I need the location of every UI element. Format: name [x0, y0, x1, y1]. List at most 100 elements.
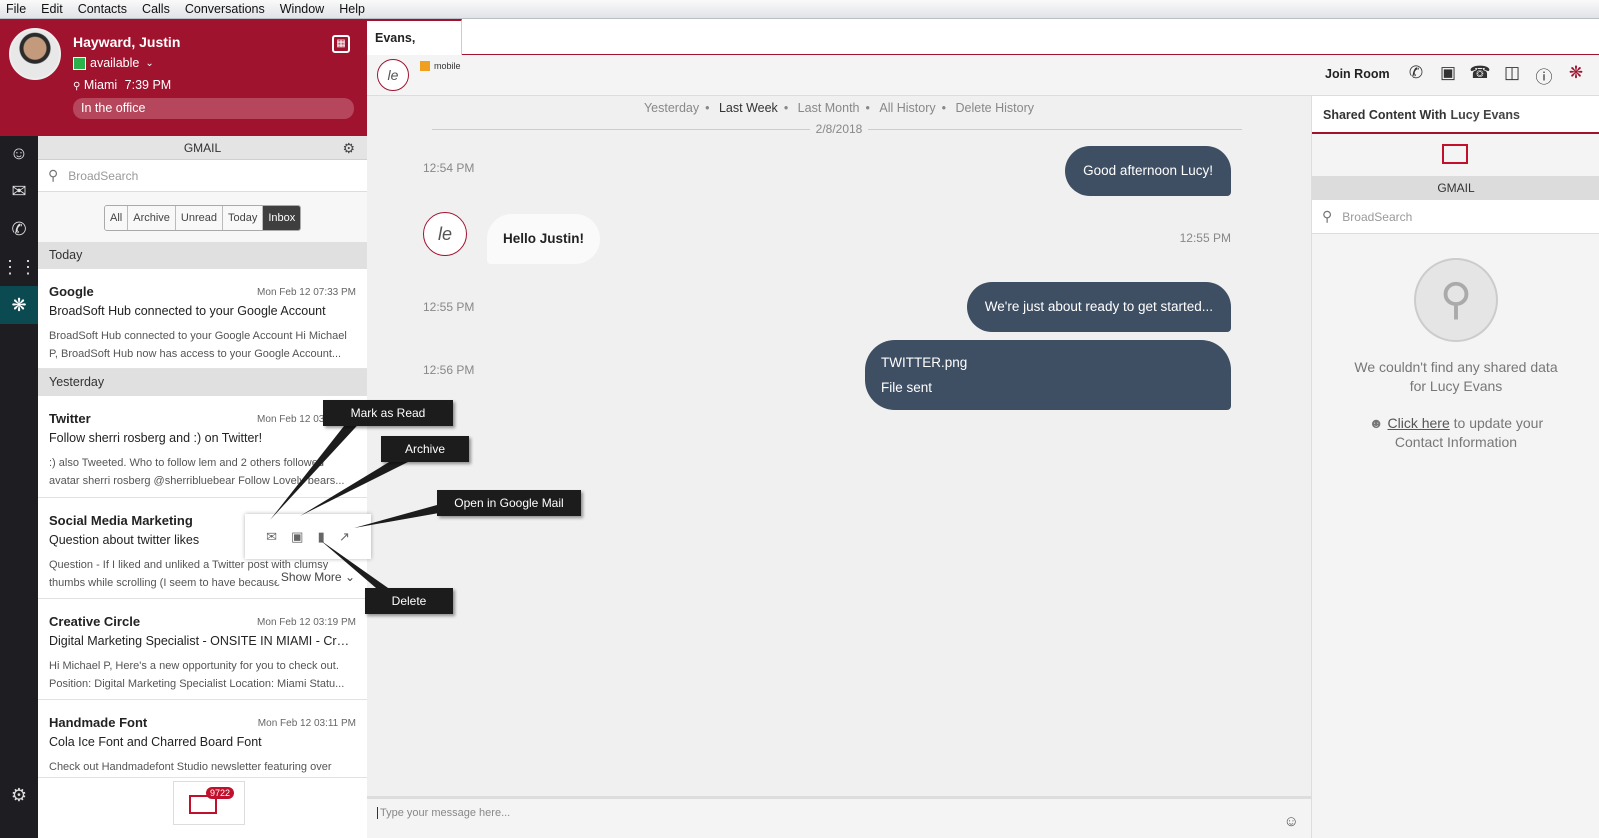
profile-name: Hayward, Justin — [73, 34, 181, 50]
desk-phone-icon[interactable]: ☎ — [1464, 63, 1496, 88]
presence-indicator — [73, 56, 86, 70]
message-placeholder: Type your message here... — [377, 807, 510, 819]
message-time: 12:55 PM — [423, 300, 475, 314]
shared-title: Shared Content With — [1323, 108, 1447, 122]
external-link-icon[interactable]: ↗ — [339, 529, 350, 545]
email-subject: Follow sherri rosberg and :) on Twitter! — [49, 431, 263, 445]
tooltip-mark-as-read: Mark as Read — [323, 400, 453, 426]
incoming-message: Hello Justin! — [487, 214, 601, 264]
history-all[interactable]: All History — [879, 101, 935, 115]
menu-edit[interactable]: Edit — [41, 2, 63, 16]
emoji-icon[interactable]: ☺ — [1284, 813, 1299, 830]
email-item[interactable]: Google Mon Feb 12 07:33 PM BroadSoft Hub… — [38, 269, 367, 369]
email-subject: Digital Marketing Specialist - ONSITE IN… — [49, 634, 356, 648]
email-item[interactable]: Creative Circle Mon Feb 12 03:19 PM Digi… — [38, 599, 367, 700]
location-pin-icon: ⚲ — [73, 81, 81, 92]
status-note-field[interactable]: In the office — [73, 98, 354, 119]
update-line-1: to update your — [1453, 415, 1544, 431]
contacts-icon[interactable]: ☺ — [0, 134, 38, 172]
email-date: Mon Feb 12 03:19 PM — [257, 617, 356, 628]
email-item[interactable]: Handmade Font Mon Feb 12 03:11 PM Cola I… — [38, 700, 367, 778]
history-last-week[interactable]: Last Week — [719, 101, 778, 115]
date-text: 2/8/2018 — [809, 122, 869, 136]
section-yesterday: Yesterday — [38, 369, 367, 396]
email-preview: :) also Tweeted. Who to follow lem and 2… — [49, 457, 345, 487]
email-date: Mon Feb 12 07:33 PM — [257, 287, 356, 298]
gmail-launcher-button[interactable]: 9722 — [173, 781, 245, 825]
join-room-button[interactable]: Join Room — [1325, 67, 1390, 81]
contact-device: mobile — [420, 61, 461, 71]
update-line-2: Contact Information — [1394, 434, 1518, 450]
dialpad-icon[interactable]: ⋮⋮ — [0, 248, 38, 286]
presence-label: available — [90, 56, 140, 70]
screen-share-icon[interactable]: ◫ — [1496, 63, 1528, 88]
trash-icon[interactable]: ▮ — [318, 529, 325, 545]
outgoing-message: Good afternoon Lucy! — [1065, 146, 1231, 196]
file-message[interactable]: TWITTER.png File sent — [865, 340, 1231, 410]
filter-today[interactable]: Today — [223, 206, 264, 230]
local-time: 7:39 PM — [124, 78, 172, 92]
filter-unread[interactable]: Unread — [175, 206, 223, 230]
phone-icon[interactable]: ✆ — [1400, 63, 1432, 88]
gear-icon[interactable]: ⚙ — [342, 136, 355, 160]
hub-icon[interactable]: ❋ — [1560, 63, 1592, 88]
presence-status[interactable]: available ⌄ — [73, 56, 154, 70]
empty-state-message: We couldn't find any shared data for Luc… — [1312, 358, 1599, 396]
search-placeholder: BroadSearch — [68, 168, 139, 183]
hub-icon[interactable]: ❋ — [0, 286, 38, 324]
filter-all[interactable]: All — [105, 206, 129, 230]
email-preview: Hi Michael P, Here's a new opportunity f… — [49, 660, 345, 690]
menu-help[interactable]: Help — [339, 2, 365, 16]
mail-icon[interactable] — [1442, 144, 1468, 164]
building-icon[interactable]: ▦ — [332, 35, 350, 53]
email-filter-group: All Archive Unread Today Inbox — [104, 205, 302, 231]
menu-window[interactable]: Window — [280, 2, 324, 16]
archive-icon[interactable]: ▣ — [291, 529, 303, 545]
profile-header: Hayward, Justin available ⌄ ⚲ Miami 7:39… — [0, 19, 367, 136]
chevron-down-icon: ⌄ — [145, 57, 154, 69]
history-delete[interactable]: Delete History — [956, 101, 1035, 115]
nav-rail: ☺ ✉ ✆ ⋮⋮ ❋ ⚙ — [0, 136, 38, 838]
settings-gear-icon[interactable]: ⚙ — [0, 776, 38, 814]
history-yesterday[interactable]: Yesterday — [644, 101, 699, 115]
info-icon[interactable]: ⓘ — [1528, 63, 1560, 88]
message-input[interactable]: Type your message here... ☺ — [367, 796, 1311, 838]
video-icon[interactable]: ▣ — [1432, 63, 1464, 88]
menu-calls[interactable]: Calls — [142, 2, 170, 16]
search-icon: ⚲ — [1322, 208, 1333, 224]
click-here-link[interactable]: Click here — [1387, 415, 1449, 431]
mark-read-icon[interactable]: ✉ — [266, 529, 277, 545]
call-history-icon[interactable]: ✆ — [0, 210, 38, 248]
person-icon: ☻ — [1368, 415, 1384, 431]
contact-avatar[interactable]: le — [377, 59, 409, 91]
conversation-toolbar: le mobile Join Room ✆ ▣ ☎ ◫ ⓘ ❋ — [367, 55, 1599, 96]
show-more-link[interactable]: Show More ⌄ — [276, 570, 355, 584]
email-item[interactable]: Twitter Mon Feb 12 03:39 PM Follow sherr… — [38, 396, 367, 498]
empty-line-2: for Lucy Evans — [1409, 378, 1503, 394]
message-time: 12:55 PM — [1179, 231, 1231, 245]
app-window: File Edit Contacts Calls Conversations W… — [0, 0, 1599, 838]
chat-icon[interactable]: ✉ — [0, 172, 38, 210]
shared-search-input[interactable]: ⚲ BroadSearch — [1312, 200, 1599, 234]
avatar[interactable] — [9, 28, 61, 80]
history-last-month[interactable]: Last Month — [798, 101, 860, 115]
tab-evans-lucy[interactable]: Evans, Lucy✕ — [367, 19, 462, 79]
menu-conversations[interactable]: Conversations — [185, 2, 265, 16]
email-search-input[interactable]: ⚲ BroadSearch — [38, 160, 367, 192]
device-label: mobile — [434, 61, 461, 71]
shared-content-panel: Shared Content With Lucy Evans GMAIL ⚲ Br… — [1311, 96, 1599, 838]
location-text: Miami — [83, 78, 118, 92]
conversation-history: Yesterday • Last Week • Last Month • All Hi… — [367, 96, 1311, 796]
filter-archive[interactable]: Archive — [128, 206, 176, 230]
message-time: 12:56 PM — [423, 363, 475, 377]
menu-contacts[interactable]: Contacts — [78, 2, 127, 16]
email-panel: GMAIL ⚙ ⚲ BroadSearch All Archive Unread… — [38, 136, 367, 838]
update-contact-info: ☻ Click here to update your Contact Info… — [1312, 414, 1599, 452]
tooltip-delete: Delete — [365, 588, 453, 614]
profile-location: ⚲ Miami 7:39 PM — [73, 78, 171, 92]
menu-file[interactable]: File — [6, 2, 26, 16]
section-today: Today — [38, 242, 367, 269]
call-actions: ✆ ▣ ☎ ◫ ⓘ ❋ — [1400, 63, 1592, 88]
filter-inbox[interactable]: Inbox — [263, 206, 301, 230]
shared-gmail-tab[interactable]: GMAIL — [1312, 176, 1599, 200]
